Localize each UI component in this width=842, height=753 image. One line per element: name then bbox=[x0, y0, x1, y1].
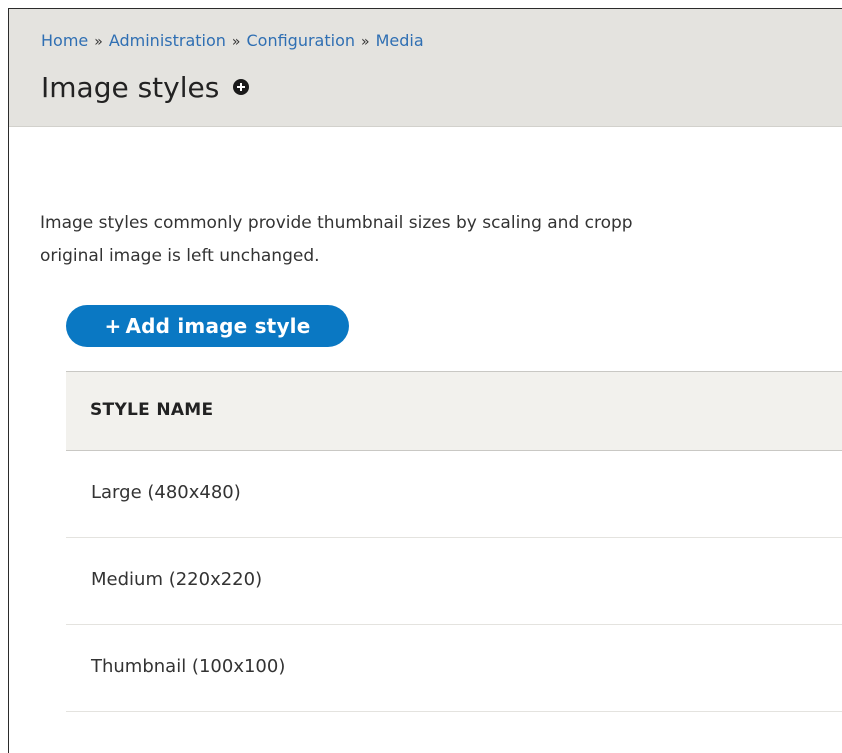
breadcrumb-separator: » bbox=[231, 34, 241, 50]
style-name-cell: Large (480x480) bbox=[91, 482, 241, 503]
breadcrumb-separator: » bbox=[94, 34, 103, 50]
style-name-cell: Thumbnail (100x100) bbox=[91, 656, 286, 677]
page-title: Image styles bbox=[41, 71, 220, 104]
style-name-cell: Medium (220x220) bbox=[91, 569, 263, 590]
table-row: Medium (220x220) bbox=[66, 538, 842, 625]
add-shortcut-icon[interactable] bbox=[233, 79, 250, 95]
page-title-container: Image styles bbox=[41, 70, 250, 106]
breadcrumb-administration[interactable]: Administration bbox=[109, 31, 226, 50]
breadcrumb-home[interactable]: Home bbox=[41, 31, 88, 50]
description-line-2: original image is left unchanged. bbox=[40, 246, 320, 266]
add-image-style-label: Add image style bbox=[125, 314, 311, 338]
table-header-row: STYLE NAME bbox=[66, 371, 842, 451]
breadcrumb-separator: » bbox=[361, 34, 370, 50]
table-row: Thumbnail (100x100) bbox=[66, 625, 842, 712]
breadcrumb-media[interactable]: Media bbox=[376, 31, 424, 50]
page-frame: Home» Administration» Configuration» Media … bbox=[8, 8, 842, 753]
breadcrumb-configuration[interactable]: Configuration bbox=[246, 31, 355, 50]
description-line-1: Image styles commonly provide thumbnail … bbox=[40, 213, 633, 233]
breadcrumb: Home » Administration » Configuration » Media bbox=[41, 29, 424, 54]
page-description: Image styles commonly provide thumbnail … bbox=[40, 207, 842, 273]
page-header: Home» Administration» Configuration» Media … bbox=[9, 9, 842, 127]
plus-icon: + bbox=[104, 314, 122, 338]
add-image-style-button[interactable]: + Add image style bbox=[66, 305, 349, 347]
table-row: Large (480x480) bbox=[66, 451, 842, 538]
column-header-style-name[interactable]: STYLE NAME bbox=[90, 400, 213, 420]
image-styles-table: STYLE NAME Large (480x480) Medium (220x2… bbox=[66, 371, 842, 712]
